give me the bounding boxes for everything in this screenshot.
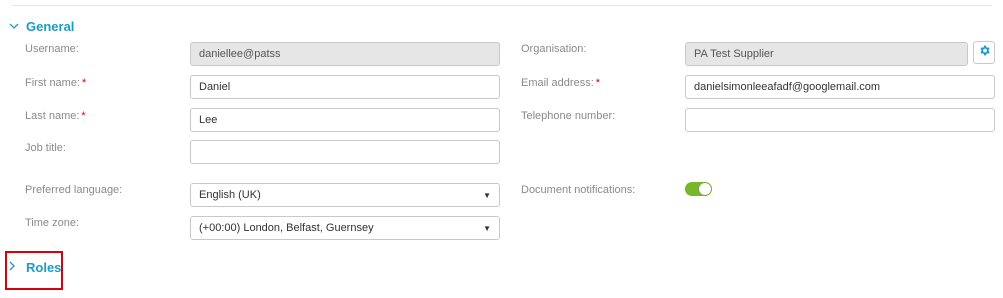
username-label: Username: xyxy=(25,43,79,55)
email-input[interactable]: danielsimonleeafadf@googlemail.com xyxy=(685,75,995,99)
caret-down-icon: ▼ xyxy=(483,223,491,233)
gear-icon xyxy=(978,44,991,62)
organisation-settings-button[interactable] xyxy=(973,41,995,64)
email-label: Email address: * xyxy=(521,77,601,89)
last-name-input[interactable]: Lee xyxy=(190,108,500,132)
roles-section-toggle[interactable]: Roles xyxy=(9,260,61,275)
chevron-down-icon xyxy=(9,22,21,33)
username-field: daniellee@patss xyxy=(190,42,500,66)
roles-section-title: Roles xyxy=(26,260,62,275)
first-name-label: First name: * xyxy=(25,77,87,89)
caret-down-icon: ▼ xyxy=(483,190,491,200)
required-marker: * xyxy=(82,77,87,89)
chevron-right-icon xyxy=(9,261,21,274)
preferred-language-select[interactable]: English (UK) ▼ xyxy=(190,183,500,207)
job-title-label: Job title: xyxy=(25,142,66,154)
preferred-language-label: Preferred language: xyxy=(25,184,123,196)
time-zone-select[interactable]: (+00:00) London, Belfast, Guernsey ▼ xyxy=(190,216,500,240)
toggle-knob xyxy=(699,183,711,195)
organisation-field: PA Test Supplier xyxy=(685,42,968,66)
general-section-title: General xyxy=(26,19,75,34)
top-divider xyxy=(12,5,992,6)
required-marker: * xyxy=(81,110,86,122)
organisation-label: Organisation: xyxy=(521,43,587,55)
job-title-input[interactable] xyxy=(190,140,500,164)
telephone-input[interactable] xyxy=(685,108,995,132)
document-notifications-toggle[interactable] xyxy=(685,182,712,196)
first-name-input[interactable]: Daniel xyxy=(190,75,500,99)
last-name-label: Last name: * xyxy=(25,110,86,122)
time-zone-label: Time zone: xyxy=(25,217,80,229)
document-notifications-label: Document notifications: xyxy=(521,184,636,196)
telephone-label: Telephone number: xyxy=(521,110,616,122)
required-marker: * xyxy=(595,77,601,89)
general-section-toggle[interactable]: General xyxy=(9,19,74,34)
